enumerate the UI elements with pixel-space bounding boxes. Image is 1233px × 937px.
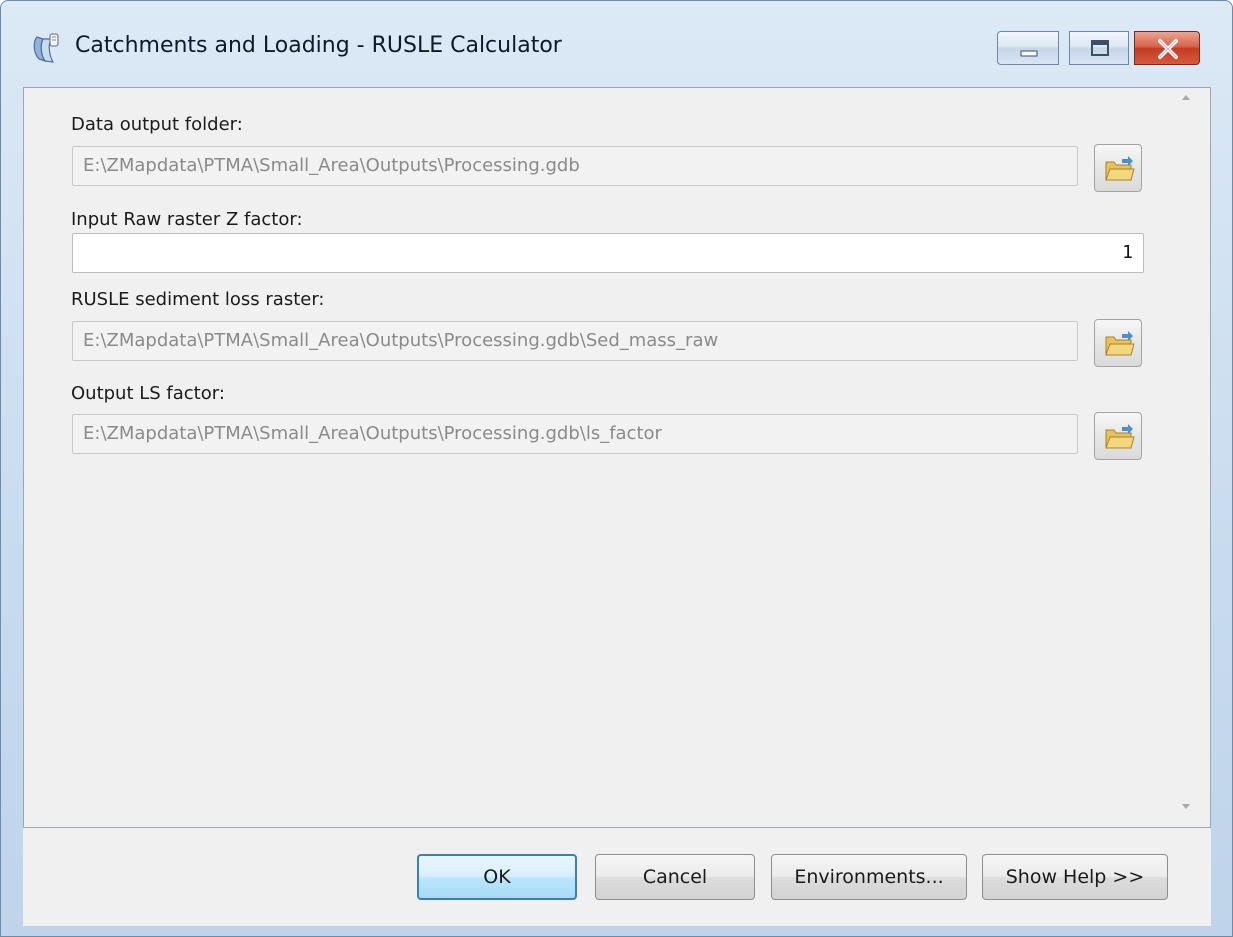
toolbox-script-icon [31, 31, 63, 65]
sediment-loss-label: RUSLE sediment loss raster: [71, 289, 325, 310]
ls-factor-field[interactable]: E:\ZMapdata\PTMA\Small_Area\Outputs\Proc… [72, 414, 1078, 454]
open-folder-icon [1105, 331, 1135, 356]
maximize-button[interactable] [1069, 31, 1129, 65]
scroll-up-arrow-icon[interactable] [1179, 91, 1193, 103]
ls-factor-browse-button[interactable] [1094, 412, 1142, 460]
minimize-button[interactable] [997, 31, 1059, 65]
ls-factor-label: Output LS factor: [71, 383, 225, 404]
output-folder-field[interactable]: E:\ZMapdata\PTMA\Small_Area\Outputs\Proc… [72, 146, 1078, 186]
z-factor-input[interactable]: 1 [72, 233, 1144, 273]
sediment-loss-field[interactable]: E:\ZMapdata\PTMA\Small_Area\Outputs\Proc… [72, 321, 1078, 361]
scroll-down-arrow-icon[interactable] [1179, 801, 1193, 813]
cancel-button[interactable]: Cancel [595, 854, 755, 900]
title-bar[interactable]: Catchments and Loading - RUSLE Calculato… [1, 1, 1232, 87]
close-icon [1158, 39, 1178, 59]
window-title: Catchments and Loading - RUSLE Calculato… [75, 33, 562, 58]
z-factor-label: Input Raw raster Z factor: [71, 209, 303, 230]
output-folder-label: Data output folder: [71, 114, 243, 135]
parameters-panel[interactable] [23, 87, 1211, 828]
open-folder-icon [1105, 156, 1135, 181]
minimize-icon [1020, 50, 1038, 57]
dialog-window: Catchments and Loading - RUSLE Calculato… [0, 0, 1233, 937]
open-folder-icon [1105, 424, 1135, 449]
maximize-icon [1091, 40, 1109, 56]
ok-button[interactable]: OK [417, 854, 577, 900]
sediment-loss-browse-button[interactable] [1094, 319, 1142, 367]
show-help-button[interactable]: Show Help >> [982, 854, 1168, 900]
output-folder-browse-button[interactable] [1094, 144, 1142, 192]
environments-button[interactable]: Environments... [771, 854, 967, 900]
close-button[interactable] [1134, 31, 1200, 65]
